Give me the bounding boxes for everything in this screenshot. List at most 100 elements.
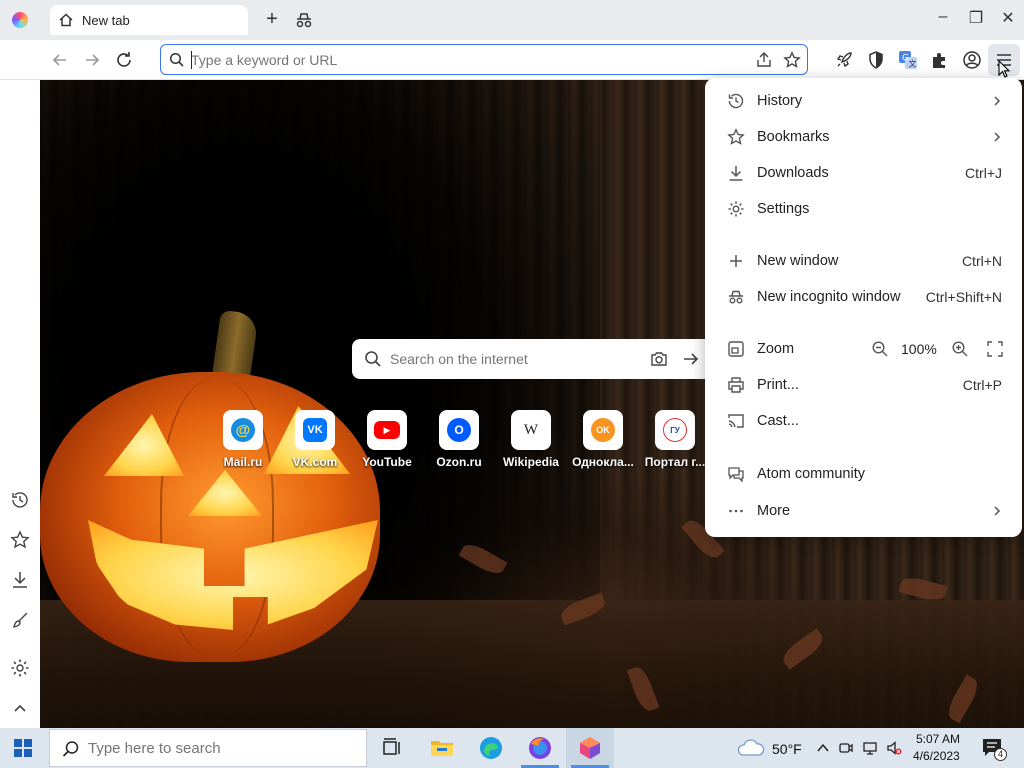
file-explorer-icon[interactable] bbox=[429, 735, 455, 761]
forward-icon[interactable] bbox=[82, 50, 102, 70]
sidebar-app-mail[interactable]: @ bbox=[8, 240, 32, 264]
bookmark-star-icon[interactable] bbox=[783, 51, 801, 69]
share-icon[interactable] bbox=[755, 51, 773, 69]
chevron-right-icon bbox=[994, 132, 1001, 142]
menu-item-downloads[interactable]: Downloads Ctrl+J bbox=[705, 157, 1022, 189]
speed-dial-vk[interactable]: VK VK.com bbox=[282, 410, 348, 469]
gear-icon bbox=[728, 201, 744, 217]
zoom-in-icon[interactable] bbox=[951, 340, 969, 358]
chevron-up-icon[interactable] bbox=[10, 698, 30, 718]
atom-browser-icon[interactable] bbox=[577, 735, 603, 761]
whatsapp-icon: W bbox=[14, 366, 26, 378]
bookmarks-star-icon[interactable] bbox=[10, 530, 30, 550]
task-view-icon[interactable] bbox=[379, 735, 405, 761]
fullscreen-icon[interactable] bbox=[986, 340, 1004, 358]
sidebar-app-cloud[interactable]: ☁ bbox=[8, 280, 32, 304]
speed-dial-tile: ▶ bbox=[367, 410, 407, 450]
edge-icon[interactable] bbox=[478, 735, 504, 761]
settings-gear-icon[interactable] bbox=[10, 658, 30, 678]
main-menu-dropdown: History Bookmarks Downloads Ctrl+J Setti… bbox=[705, 78, 1022, 537]
weather-cloud-icon[interactable] bbox=[736, 737, 766, 759]
menu-item-history[interactable]: History bbox=[705, 85, 1022, 117]
incognito-icon[interactable] bbox=[294, 10, 314, 30]
atom-logo-icon[interactable] bbox=[12, 12, 28, 28]
network-icon[interactable] bbox=[862, 740, 878, 756]
odnoklassniki-icon: OK bbox=[11, 326, 29, 338]
newtab-search-box[interactable] bbox=[352, 339, 722, 379]
plus-icon bbox=[730, 255, 742, 267]
maximize-button[interactable]: ❐ bbox=[965, 8, 987, 30]
speed-dial-label: Mail.ru bbox=[223, 455, 263, 469]
text-caret bbox=[191, 51, 192, 69]
menu-item-bookmarks[interactable]: Bookmarks bbox=[705, 121, 1022, 153]
sidebar-app-whatsapp[interactable]: W bbox=[8, 360, 32, 384]
star-icon bbox=[727, 128, 745, 145]
menu-item-label: Print... bbox=[757, 377, 799, 393]
newtab-search-input[interactable] bbox=[390, 351, 640, 367]
translate-icon[interactable]: G文 bbox=[898, 50, 918, 70]
reload-icon[interactable] bbox=[114, 50, 134, 70]
clock-date[interactable]: 4/6/2023 bbox=[913, 749, 960, 763]
sidebar-app-stats[interactable]: ▮▮ bbox=[8, 200, 32, 224]
sidebar-app-telegram[interactable]: ➤ bbox=[8, 400, 32, 424]
sidebar-app-vk-music[interactable]: ♫ bbox=[8, 160, 32, 184]
taskbar-search-box[interactable] bbox=[49, 729, 367, 767]
more-dots-icon bbox=[729, 509, 743, 513]
list-icon: ☰ bbox=[15, 446, 25, 459]
menu-item-atom-community[interactable]: Atom community bbox=[705, 458, 1022, 490]
sidebar-app-vk[interactable]: VK bbox=[8, 120, 32, 144]
search-icon bbox=[62, 741, 79, 757]
back-icon[interactable] bbox=[50, 50, 70, 70]
brush-icon[interactable] bbox=[10, 610, 30, 630]
tray-chevron-up-icon[interactable] bbox=[815, 740, 831, 756]
downloads-icon[interactable] bbox=[10, 570, 30, 590]
profile-icon[interactable] bbox=[962, 50, 982, 70]
speed-dial-ozon[interactable]: O Ozon.ru bbox=[426, 410, 492, 469]
speed-dial-gosuslugi[interactable]: ГУ Портал г... bbox=[642, 410, 708, 469]
shield-icon[interactable] bbox=[866, 50, 886, 70]
volume-muted-icon[interactable] bbox=[886, 740, 902, 756]
incognito-icon bbox=[729, 290, 743, 304]
camera-icon[interactable] bbox=[650, 350, 668, 368]
sidebar-app-tasks[interactable]: ☰ bbox=[8, 440, 32, 464]
minimize-button[interactable]: – bbox=[932, 8, 954, 30]
zoom-out-icon[interactable] bbox=[871, 340, 889, 358]
extensions-icon[interactable] bbox=[930, 50, 950, 70]
sidebar-app-ok[interactable]: OK bbox=[8, 320, 32, 344]
meet-now-icon[interactable] bbox=[838, 740, 854, 756]
arrow-right-icon[interactable] bbox=[682, 350, 700, 368]
main-menu-button[interactable] bbox=[988, 44, 1020, 78]
windows-start-icon[interactable] bbox=[14, 739, 32, 757]
wikipedia-icon: W bbox=[519, 418, 543, 442]
mouse-cursor-icon bbox=[998, 60, 1011, 78]
speed-dial-odnoklassniki[interactable]: OK Однокла... bbox=[570, 410, 636, 469]
menu-item-new-incognito[interactable]: New incognito window Ctrl+Shift+N bbox=[705, 281, 1022, 313]
firefox-icon[interactable] bbox=[527, 735, 553, 761]
menu-item-zoom: Zoom 100% bbox=[705, 333, 1022, 365]
close-button[interactable]: ✕ bbox=[997, 8, 1019, 30]
speed-dial-mail[interactable]: @ Mail.ru bbox=[210, 410, 276, 469]
clock-time[interactable]: 5:07 AM bbox=[916, 732, 960, 746]
menu-item-settings[interactable]: Settings bbox=[705, 193, 1022, 225]
gosuslugi-icon: ГУ bbox=[663, 418, 687, 442]
menu-item-cast[interactable]: Cast... bbox=[705, 405, 1022, 437]
rocket-icon[interactable] bbox=[834, 50, 854, 70]
speed-dial-wikipedia[interactable]: W Wikipedia bbox=[498, 410, 564, 469]
taskbar-search-input[interactable] bbox=[88, 739, 348, 757]
address-input[interactable] bbox=[191, 51, 711, 68]
address-bar[interactable] bbox=[160, 44, 808, 75]
new-tab-button[interactable]: + bbox=[262, 9, 282, 30]
mail-at-icon: @ bbox=[14, 246, 26, 258]
speed-dial-youtube[interactable]: ▶ YouTube bbox=[354, 410, 420, 469]
menu-item-print[interactable]: Print... Ctrl+P bbox=[705, 369, 1022, 401]
speed-dial-label: Однокла... bbox=[572, 455, 634, 469]
chat-icon bbox=[728, 467, 744, 483]
shortcut-label: Ctrl+Shift+N bbox=[925, 289, 1002, 305]
tab-new-tab[interactable]: New tab bbox=[50, 5, 248, 35]
history-icon bbox=[728, 93, 744, 109]
menu-item-new-window[interactable]: New window Ctrl+N bbox=[705, 245, 1022, 277]
menu-item-more[interactable]: More bbox=[705, 495, 1022, 527]
speed-dial-tile: O bbox=[439, 410, 479, 450]
history-icon[interactable] bbox=[10, 490, 30, 510]
cast-icon bbox=[728, 414, 744, 428]
